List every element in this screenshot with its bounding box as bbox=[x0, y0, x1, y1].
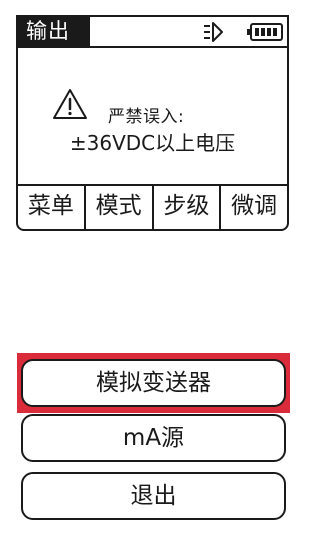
warning-text-line2: ±36VDC以上电压 bbox=[69, 131, 236, 155]
softkey-finetune[interactable]: 微调 bbox=[221, 186, 287, 229]
warning-text-line1: 严禁误入: bbox=[108, 107, 185, 127]
status-bar: 输出 bbox=[18, 17, 287, 48]
menu-item-ma-source[interactable]: mA源 bbox=[21, 414, 286, 462]
menu-item-exit[interactable]: 退出 bbox=[21, 472, 286, 520]
menu-item-simulate-transmitter[interactable]: 模拟变送器 bbox=[21, 359, 286, 407]
softkey-mode[interactable]: 模式 bbox=[86, 186, 154, 229]
softkey-menu[interactable]: 菜单 bbox=[18, 186, 86, 229]
mode-label: 输出 bbox=[18, 17, 90, 46]
softkey-step[interactable]: 步级 bbox=[154, 186, 222, 229]
warning-triangle-icon bbox=[53, 89, 87, 119]
softkey-bar: 菜单 模式 步级 微调 bbox=[18, 184, 287, 229]
device-screen: 输出 严禁误入: ±36VDC以上电压 菜单 模式 步级 微调 bbox=[16, 15, 289, 231]
battery-icon bbox=[247, 23, 283, 41]
probe-icon bbox=[204, 22, 223, 42]
message-area: 严禁误入: ±36VDC以上电压 bbox=[18, 48, 287, 185]
